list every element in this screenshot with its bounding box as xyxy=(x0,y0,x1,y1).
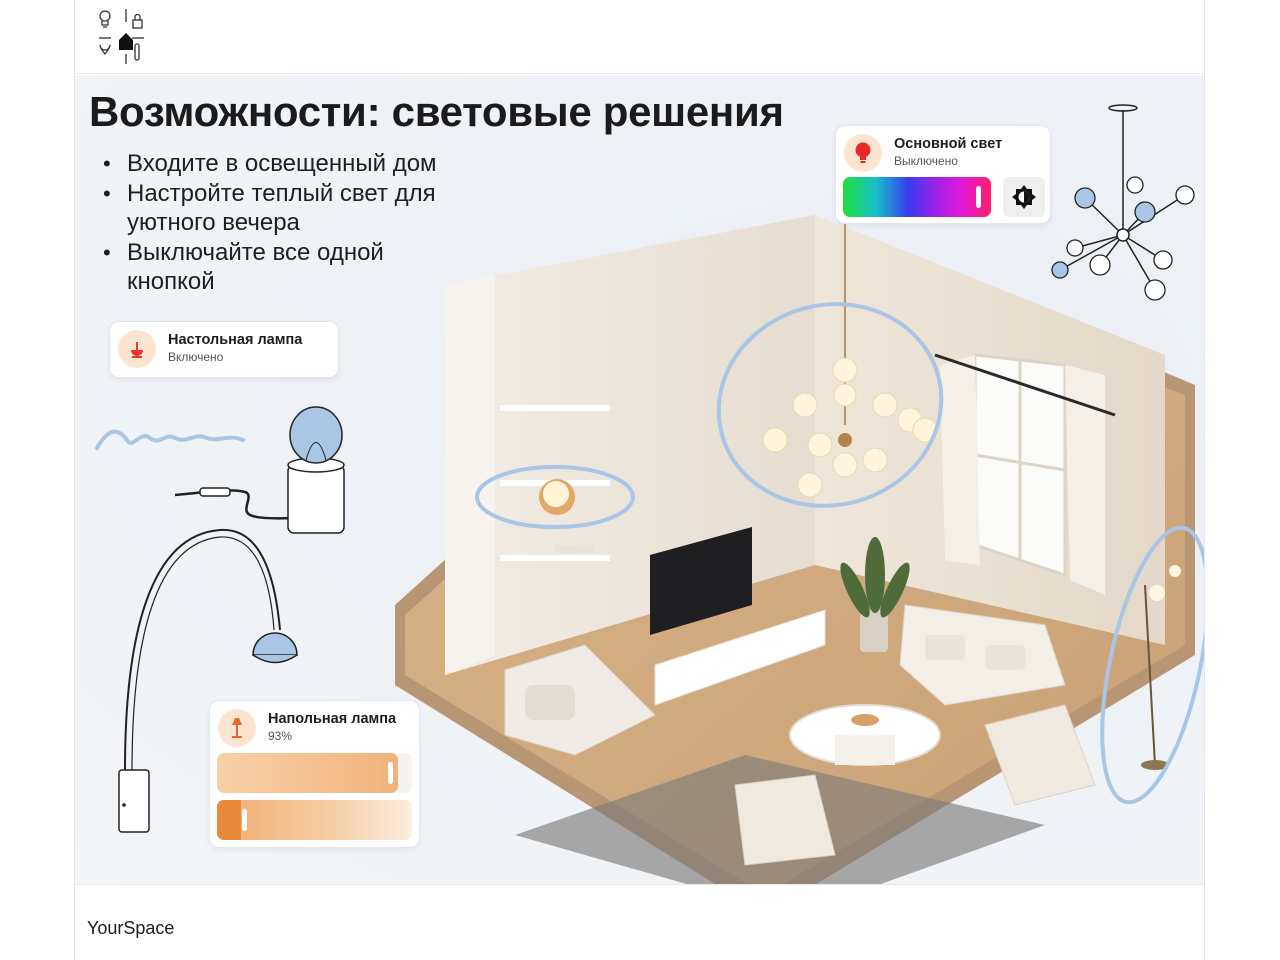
drop-icon xyxy=(99,44,111,56)
smart-home-logo xyxy=(99,9,144,64)
brand-name: YourSpace xyxy=(87,918,175,938)
color-slider[interactable] xyxy=(843,177,991,217)
header xyxy=(75,0,1204,74)
footer: YourSpace xyxy=(75,884,1204,960)
brightness-icon xyxy=(1012,185,1036,209)
slide-frame: Возможности: световые решения Входите в … xyxy=(74,0,1205,960)
slider-fill xyxy=(217,753,399,793)
slider-thumb[interactable] xyxy=(976,186,981,208)
main-light-card[interactable]: Основной свет Выключено xyxy=(835,125,1051,224)
brightness-slider[interactable] xyxy=(217,753,412,793)
slider-thumb[interactable] xyxy=(242,809,248,831)
house-icon xyxy=(119,33,133,50)
floor-lamp-card[interactable]: Напольная лампа 93% xyxy=(209,700,420,848)
device-name: Основной свет xyxy=(894,136,1003,152)
device-name: Напольная лампа xyxy=(268,711,397,727)
bulb-icon xyxy=(99,10,111,22)
floor-lamp-icon xyxy=(218,709,256,747)
living-room-illustration xyxy=(395,215,1204,884)
slider-fill xyxy=(217,800,241,840)
warmth-slider[interactable] xyxy=(217,800,412,840)
brightness-button[interactable] xyxy=(1003,177,1045,217)
thermometer-icon xyxy=(134,43,140,61)
lock-icon xyxy=(132,19,143,29)
desk-lamp-card[interactable]: Настольная лампа Включено xyxy=(109,321,339,378)
slide-title: Возможности: световые решения xyxy=(89,88,784,135)
device-name: Настольная лампа xyxy=(168,332,303,348)
desk-lamp-icon xyxy=(118,330,156,368)
list-item: Входите в освещенный дом xyxy=(103,149,473,179)
chandelier-sketch xyxy=(1051,104,1195,301)
device-status: 93% xyxy=(268,729,293,743)
slide-content: Возможности: световые решения Входите в … xyxy=(75,75,1204,884)
device-status: Включено xyxy=(168,350,224,364)
bulb-icon xyxy=(844,134,882,172)
slider-thumb[interactable] xyxy=(388,762,394,784)
device-status: Выключено xyxy=(894,154,958,168)
